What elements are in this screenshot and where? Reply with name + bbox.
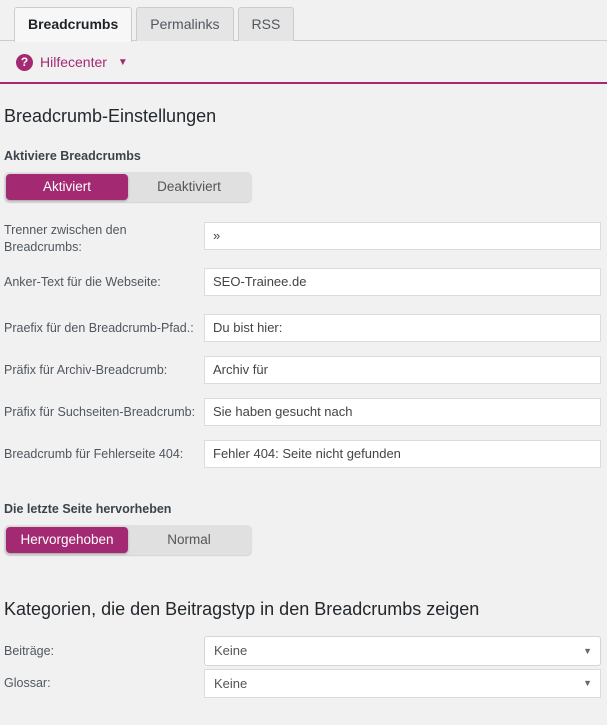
tab-permalinks[interactable]: Permalinks bbox=[136, 7, 234, 41]
field-label-error-404: Breadcrumb für Fehlerseite 404: bbox=[4, 446, 184, 461]
field-row-anchor-text: Anker-Text für die Webseite: bbox=[4, 268, 601, 296]
field-row-separator: Trenner zwischen den Breadcrumbs: bbox=[4, 222, 601, 256]
help-center-label: Hilfecenter bbox=[40, 54, 107, 70]
field-input-anchor-text[interactable] bbox=[204, 268, 601, 296]
field-label-separator: Trenner zwischen den Breadcrumbs: bbox=[4, 223, 127, 254]
field-input-separator[interactable] bbox=[204, 222, 601, 250]
page-title: Breadcrumb-Einstellungen bbox=[4, 106, 217, 126]
help-center-row[interactable]: ? Hilfecenter ▼ bbox=[0, 41, 607, 73]
field-label-archive-prefix: Präfix für Archiv-Breadcrumb: bbox=[4, 362, 168, 377]
field-label-anchor-text: Anker-Text für die Webseite: bbox=[4, 274, 161, 289]
field-row-path-prefix: Praefix für den Breadcrumb-Pfad.: bbox=[4, 314, 601, 342]
category-select-wrap-glossar: Keine ▼ bbox=[204, 668, 601, 698]
settings-content: Breadcrumb-Einstellungen Aktiviere Bread… bbox=[0, 106, 607, 698]
category-select-beitraege[interactable]: Keine bbox=[204, 636, 601, 666]
tab-permalinks-label: Permalinks bbox=[150, 16, 220, 32]
enable-breadcrumbs-toggle[interactable]: Aktiviert Deaktiviert bbox=[4, 172, 252, 202]
enable-breadcrumbs-off-option[interactable]: Deaktiviert bbox=[128, 174, 250, 200]
category-row-beitraege: Beiträge: Keine ▼ bbox=[4, 636, 601, 666]
category-label-glossar: Glossar: bbox=[4, 676, 51, 690]
field-input-search-prefix[interactable] bbox=[204, 398, 601, 426]
tab-rss[interactable]: RSS bbox=[237, 7, 295, 41]
field-label-path-prefix: Praefix für den Breadcrumb-Pfad.: bbox=[4, 320, 194, 335]
field-row-archive-prefix: Präfix für Archiv-Breadcrumb: bbox=[4, 356, 601, 384]
field-label-search-prefix: Präfix für Suchseiten-Breadcrumb: bbox=[4, 404, 196, 419]
highlight-on-option[interactable]: Hervorgehoben bbox=[6, 527, 128, 553]
category-select-glossar[interactable]: Keine bbox=[204, 668, 601, 698]
question-mark-circle-icon: ? bbox=[16, 53, 33, 71]
field-input-archive-prefix[interactable] bbox=[204, 356, 601, 384]
tab-breadcrumbs-label: Breadcrumbs bbox=[28, 16, 119, 32]
field-row-error-404: Breadcrumb für Fehlerseite 404: bbox=[4, 440, 601, 468]
category-label-beitraege: Beiträge: bbox=[4, 644, 55, 658]
categories-rows: Beiträge: Keine ▼ Glossar: Keine ▼ bbox=[4, 636, 601, 698]
categories-title: Kategorien, die den Beitragstyp in den B… bbox=[4, 599, 480, 619]
field-row-search-prefix: Präfix für Suchseiten-Breadcrumb: bbox=[4, 398, 601, 426]
category-select-wrap-beitraege: Keine ▼ bbox=[204, 636, 601, 666]
highlight-last-page-label: Die letzte Seite hervorheben bbox=[4, 502, 172, 516]
tab-strip: Breadcrumbs Permalinks RSS bbox=[0, 0, 607, 42]
enable-breadcrumbs-label: Aktiviere Breadcrumbs bbox=[4, 149, 141, 163]
category-row-glossar: Glossar: Keine ▼ bbox=[4, 668, 601, 698]
field-input-path-prefix[interactable] bbox=[204, 314, 601, 342]
highlight-off-option[interactable]: Normal bbox=[128, 527, 250, 553]
enable-breadcrumbs-on-option[interactable]: Aktiviert bbox=[6, 174, 128, 200]
accent-divider bbox=[0, 82, 607, 84]
tab-rss-label: RSS bbox=[251, 16, 281, 32]
breadcrumb-form: Trenner zwischen den Breadcrumbs: Anker-… bbox=[4, 222, 601, 468]
highlight-last-page-toggle[interactable]: Hervorgehoben Normal bbox=[4, 525, 252, 555]
tab-breadcrumbs[interactable]: Breadcrumbs bbox=[14, 7, 133, 42]
field-input-error-404[interactable] bbox=[204, 440, 601, 468]
chevron-down-icon[interactable]: ▼ bbox=[118, 57, 128, 68]
